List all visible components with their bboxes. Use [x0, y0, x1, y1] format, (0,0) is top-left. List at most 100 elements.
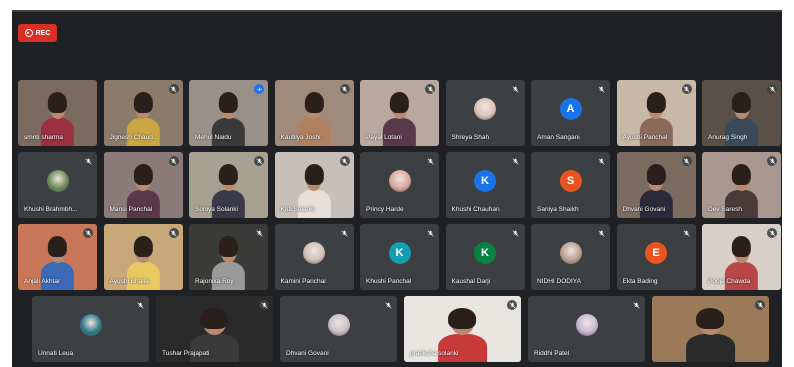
participant-avatar: E — [645, 242, 667, 264]
participant-name: pratiksha solanki — [410, 350, 459, 357]
mic-off-icon — [339, 84, 350, 94]
mic-off-icon — [596, 156, 606, 166]
participant-name: Ayushi Panchal — [622, 134, 668, 141]
participant-tile[interactable]: Dev Saresh — [702, 152, 781, 218]
participant-tile[interactable]: S Saniya Shaikh — [531, 152, 610, 218]
participant-name: smriti sharma — [24, 134, 64, 141]
participant-name: Tushar Prajapati — [162, 350, 210, 357]
participant-avatar — [79, 314, 102, 336]
participant-avatar — [474, 98, 496, 120]
mic-off-icon — [596, 84, 606, 94]
participant-name: Anurag Singh — [708, 134, 748, 141]
participant-name: Khushi Brahmbh... — [24, 206, 78, 213]
mic-off-icon — [767, 228, 777, 238]
mic-off-icon — [168, 84, 179, 94]
participant-name: Kaushal Darji — [451, 278, 491, 285]
participant-tile[interactable]: Anurag Singh — [702, 80, 781, 146]
participant-tile[interactable]: Pooja Chawda — [702, 224, 781, 290]
participant-avatar — [388, 170, 411, 192]
participant-tile[interactable]: Dhvani Govani — [616, 152, 696, 218]
participant-name: Riddhi Patel — [534, 350, 570, 357]
participant-avatar — [575, 314, 598, 336]
participant-tile[interactable]: E Ekta Bading — [616, 224, 696, 290]
mic-off-icon — [510, 84, 521, 94]
participant-tile[interactable] — [652, 296, 769, 362]
participant-tile[interactable]: Khushi Brahmbh... — [18, 152, 97, 218]
participant-tile[interactable]: NIDHI DODIYA — [531, 224, 610, 290]
participant-tile[interactable]: Ayushi Panchal — [616, 80, 696, 146]
participant-tile[interactable]: Kautilya Joshi — [274, 80, 354, 146]
mic-off-icon — [507, 300, 517, 310]
participant-name: Mansi Panchal — [109, 206, 153, 213]
recording-label: REC — [35, 29, 51, 37]
participant-tile[interactable]: Anjali Akhtar — [18, 224, 97, 290]
participant-tile[interactable]: Kriti Solanki — [274, 152, 354, 218]
participant-avatar: K — [388, 242, 411, 264]
participant-tile[interactable]: Dhvani Govani — [280, 296, 397, 362]
participant-name: Soniya Solanki — [195, 206, 238, 213]
participant-tile[interactable]: Payal Lotani — [360, 80, 439, 146]
participant-name: Kriti Solanki — [280, 206, 315, 213]
participant-tile[interactable]: Jignesh Chaud... — [103, 80, 183, 146]
participant-tile[interactable]: K Khushi Chauhan — [445, 152, 525, 218]
participant-name: Aman Sangani — [537, 134, 580, 141]
participant-name: Rajonika Roy — [195, 278, 234, 285]
mic-off-icon — [596, 228, 606, 238]
participant-avatar: S — [559, 170, 582, 192]
participant-tile[interactable]: Riddhi Patel — [528, 296, 645, 362]
participant-tile[interactable]: pratiksha solanki — [404, 296, 521, 362]
participant-tile[interactable]: K Kaushal Darji — [445, 224, 525, 290]
mic-off-icon — [425, 84, 435, 94]
participant-tile[interactable]: Unnati Leua — [32, 296, 149, 362]
mic-off-icon — [425, 156, 435, 166]
page-top-border — [0, 0, 794, 10]
participant-tile[interactable]: Ayushi Bhalla — [103, 224, 183, 290]
participant-name: Mehul Naidu — [195, 134, 232, 141]
participant-tile[interactable]: Shreya Shah — [445, 80, 525, 146]
participant-name: Kamini Panchal — [280, 278, 326, 285]
mic-off-icon — [681, 228, 692, 238]
participant-tile[interactable]: Tushar Prajapati — [156, 296, 273, 362]
mic-off-icon — [168, 228, 179, 238]
mic-off-icon — [83, 156, 93, 166]
mic-off-icon — [425, 228, 435, 238]
participant-tile[interactable]: K Khushi Panchal — [360, 224, 439, 290]
participant-avatar — [303, 242, 325, 264]
participant-tile[interactable]: Mansi Panchal — [103, 152, 183, 218]
participant-tile[interactable]: Rajonika Roy — [189, 224, 268, 290]
participant-name: Unnati Leua — [38, 350, 74, 357]
participant-avatar — [559, 242, 582, 264]
participant-tile[interactable]: Princy Harde — [360, 152, 439, 218]
record-icon — [24, 29, 33, 37]
participant-name: Khushi Chauhan — [451, 206, 500, 213]
participant-name: NIDHI DODIYA — [537, 278, 581, 285]
participant-name: Pooja Chawda — [708, 278, 751, 285]
mic-off-icon — [135, 300, 145, 310]
participant-tile[interactable]: Soniya Solanki — [189, 152, 268, 218]
mic-off-icon — [383, 300, 393, 310]
participant-name: Ekta Bading — [622, 278, 658, 285]
participant-tile[interactable]: smriti sharma — [18, 80, 97, 146]
mic-off-icon — [259, 300, 269, 310]
participant-avatar — [327, 314, 350, 336]
mic-off-icon — [755, 300, 765, 310]
participant-name: Dev Saresh — [708, 206, 742, 213]
participant-name: Dhvani Govani — [622, 206, 666, 213]
participant-tile[interactable]: Kamini Panchal — [274, 224, 354, 290]
mic-off-icon — [681, 84, 692, 94]
participant-avatar: K — [474, 242, 496, 264]
mic-off-icon — [631, 300, 641, 310]
speaking-indicator-icon — [254, 84, 264, 94]
participant-name: Dhvani Govani — [286, 350, 329, 357]
participant-tile[interactable]: A Aman Sangani — [531, 80, 610, 146]
participant-name: Ayushi Bhalla — [109, 278, 149, 285]
mic-off-icon — [681, 156, 692, 166]
mic-off-icon — [767, 84, 777, 94]
participant-name: Anjali Akhtar — [24, 278, 61, 285]
participant-name: Khushi Panchal — [366, 278, 412, 285]
mic-off-icon — [339, 228, 350, 238]
mic-off-icon — [510, 156, 521, 166]
mic-off-icon — [339, 156, 350, 166]
participant-tile[interactable]: Mehul Naidu — [189, 80, 268, 146]
mic-off-icon — [510, 228, 521, 238]
